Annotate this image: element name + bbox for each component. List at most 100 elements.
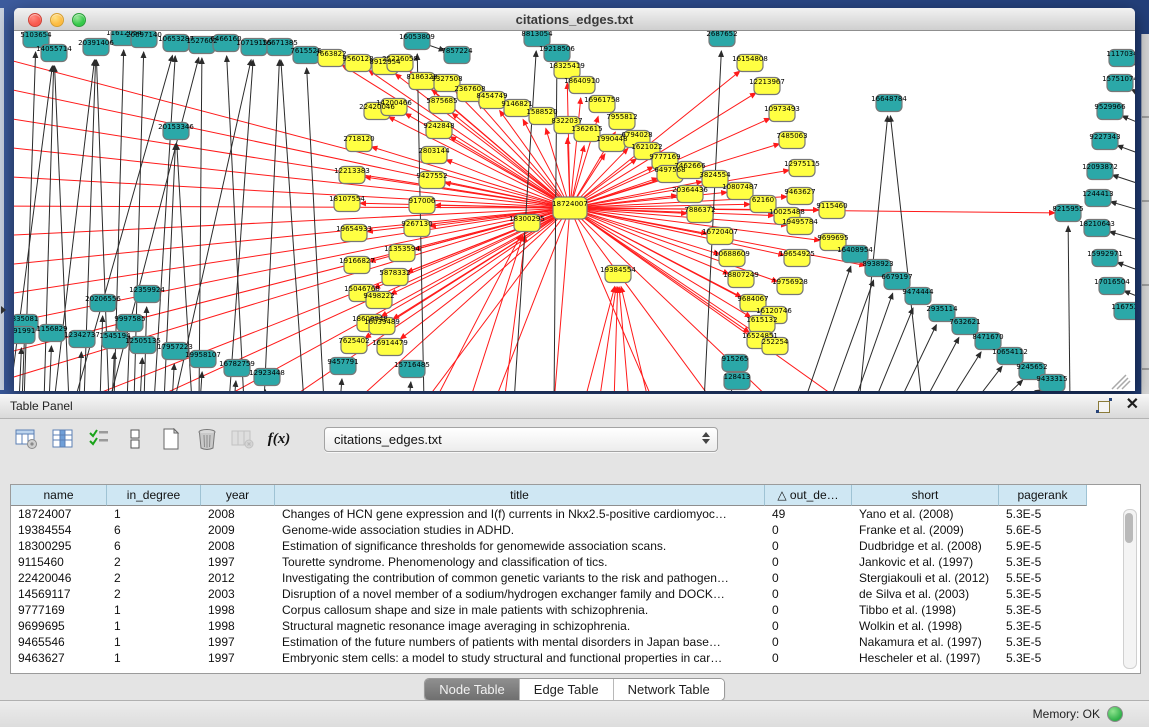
table-row[interactable]: 1872400712008Changes of HCN gene express…	[11, 506, 1140, 522]
table-cell[interactable]: Franke et al. (2009)	[852, 522, 999, 538]
table-cell[interactable]: Genome-wide association studies in ADHD.	[275, 522, 765, 538]
column-header[interactable]: in_degree	[107, 485, 201, 506]
table-cell[interactable]: 9777169	[11, 602, 107, 618]
table-cell[interactable]: 1997	[201, 554, 275, 570]
table-cell[interactable]: 2	[107, 570, 201, 586]
panel-collapse-arrow-icon[interactable]	[1, 306, 6, 314]
table-cell[interactable]: Estimation of the future numbers of pati…	[275, 634, 765, 650]
new-table-icon[interactable]	[158, 426, 184, 452]
table-source-select[interactable]: citations_edges.txt	[324, 427, 718, 452]
table-cell[interactable]: 2008	[201, 506, 275, 522]
table-cell[interactable]: Stergiakouli et al. (2012)	[852, 570, 999, 586]
table-row[interactable]: 946554611997Estimation of the future num…	[11, 634, 1140, 650]
table-cell[interactable]: de Silva et al. (2003)	[852, 586, 999, 602]
table-cell[interactable]: 0	[765, 554, 852, 570]
tab-edge-table[interactable]: Edge Table	[520, 679, 614, 700]
table-row[interactable]: 977716911998Corpus callosum shape and si…	[11, 602, 1140, 618]
table-cell[interactable]: 5.3E-5	[999, 586, 1087, 602]
table-cell[interactable]: 2012	[201, 570, 275, 586]
table-cell[interactable]: Tibbo et al. (1998)	[852, 602, 999, 618]
column-header[interactable]: title	[275, 485, 765, 506]
table-cell[interactable]: 5.5E-5	[999, 570, 1087, 586]
table-cell[interactable]: 1	[107, 634, 201, 650]
table-row[interactable]: 1456911722003Disruption of a novel membe…	[11, 586, 1140, 602]
table-cell[interactable]: Disruption of a novel member of a sodium…	[275, 586, 765, 602]
modify-table-icon[interactable]	[14, 426, 40, 452]
float-panel-icon[interactable]	[1096, 397, 1112, 413]
table-row[interactable]: 911546021997Tourette syndrome. Phenomeno…	[11, 554, 1140, 570]
table-cell[interactable]: 5.3E-5	[999, 618, 1087, 634]
table-cell[interactable]: 6	[107, 538, 201, 554]
table-cell[interactable]: Hescheler et al. (1997)	[852, 650, 999, 666]
right-scroll-strip[interactable]	[1141, 34, 1149, 394]
table-cell[interactable]: Estimation of significance thresholds fo…	[275, 538, 765, 554]
table-cell[interactable]: 18300295	[11, 538, 107, 554]
table-row[interactable]: 2242004622012Investigating the contribut…	[11, 570, 1140, 586]
table-cell[interactable]: Investigating the contribution of common…	[275, 570, 765, 586]
table-cell[interactable]: 5.9E-5	[999, 538, 1087, 554]
table-cell[interactable]: Dudbridge et al. (2008)	[852, 538, 999, 554]
table-cell[interactable]: 5.6E-5	[999, 522, 1087, 538]
table-cell[interactable]: Changes of HCN gene expression and I(f) …	[275, 506, 765, 522]
table-row[interactable]: 1938455462009Genome-wide association stu…	[11, 522, 1140, 538]
column-header[interactable]: △ out_de…	[765, 485, 852, 506]
table-cell[interactable]: 5.3E-5	[999, 554, 1087, 570]
table-cell[interactable]: 0	[765, 538, 852, 554]
table-cell[interactable]: 1998	[201, 618, 275, 634]
table-cell[interactable]: 0	[765, 602, 852, 618]
table-cell[interactable]: 1998	[201, 602, 275, 618]
table-vertical-scrollbar[interactable]	[1123, 509, 1137, 669]
table-cell[interactable]: Tourette syndrome. Phenomenology and cla…	[275, 554, 765, 570]
window-resize-grip[interactable]	[1112, 375, 1130, 389]
row-height-icon[interactable]	[122, 426, 148, 452]
show-column-icon[interactable]	[50, 426, 76, 452]
table-cell[interactable]: 2008	[201, 538, 275, 554]
table-row[interactable]: 969969511998Structural magnetic resonanc…	[11, 618, 1140, 634]
delete-table-icon[interactable]	[194, 426, 220, 452]
column-header[interactable]: name	[11, 485, 107, 506]
table-cell[interactable]: Jankovic et al. (1997)	[852, 554, 999, 570]
table-row[interactable]: 1830029562008Estimation of significance …	[11, 538, 1140, 554]
table-cell[interactable]: Corpus callosum shape and size in male p…	[275, 602, 765, 618]
table-cell[interactable]: 18724007	[11, 506, 107, 522]
table-cell[interactable]: 0	[765, 634, 852, 650]
column-header[interactable]: year	[201, 485, 275, 506]
table-cell[interactable]: 1997	[201, 650, 275, 666]
scrollbar-thumb[interactable]	[1125, 513, 1133, 543]
table-cell[interactable]: 1	[107, 618, 201, 634]
table-cell[interactable]: 5.3E-5	[999, 602, 1087, 618]
table-cell[interactable]: Nakamura et al. (1997)	[852, 634, 999, 650]
table-cell[interactable]: 1	[107, 602, 201, 618]
table-cell[interactable]: 22420046	[11, 570, 107, 586]
table-cell[interactable]: 9463627	[11, 650, 107, 666]
network-canvas[interactable]: 5103654140557142039140611612054206971401…	[14, 31, 1135, 391]
table-cell[interactable]: 5.3E-5	[999, 634, 1087, 650]
tab-network-table[interactable]: Network Table	[614, 679, 724, 700]
table-cell[interactable]: 49	[765, 506, 852, 522]
table-cell[interactable]: 9465546	[11, 634, 107, 650]
table-cell[interactable]: 0	[765, 618, 852, 634]
tab-node-table[interactable]: Node Table	[425, 679, 520, 700]
table-cell[interactable]: 14569117	[11, 586, 107, 602]
table-cell[interactable]: 2	[107, 554, 201, 570]
table-cell[interactable]: 1	[107, 506, 201, 522]
table-cell[interactable]: Yano et al. (2008)	[852, 506, 999, 522]
network-window-titlebar[interactable]: citations_edges.txt	[14, 8, 1135, 31]
table-cell[interactable]: Embryonic stem cells: a model to study s…	[275, 650, 765, 666]
table-cell[interactable]: 0	[765, 522, 852, 538]
close-panel-icon[interactable]: ✕	[1126, 397, 1139, 413]
table-cell[interactable]: 0	[765, 650, 852, 666]
minimize-window-icon[interactable]	[50, 13, 64, 27]
column-header[interactable]: short	[852, 485, 999, 506]
table-cell[interactable]: 2009	[201, 522, 275, 538]
table-cell[interactable]: Wolkin et al. (1998)	[852, 618, 999, 634]
function-builder-icon[interactable]: f(x)	[266, 426, 292, 452]
table-cell[interactable]: 2	[107, 586, 201, 602]
table-row[interactable]: 946362711997Embryonic stem cells: a mode…	[11, 650, 1140, 666]
close-window-icon[interactable]	[28, 13, 42, 27]
table-cell[interactable]: 1997	[201, 634, 275, 650]
table-cell[interactable]: 9115460	[11, 554, 107, 570]
column-header[interactable]: pagerank	[999, 485, 1087, 506]
table-cell[interactable]: 5.3E-5	[999, 650, 1087, 666]
table-cell[interactable]: Structural magnetic resonance image aver…	[275, 618, 765, 634]
